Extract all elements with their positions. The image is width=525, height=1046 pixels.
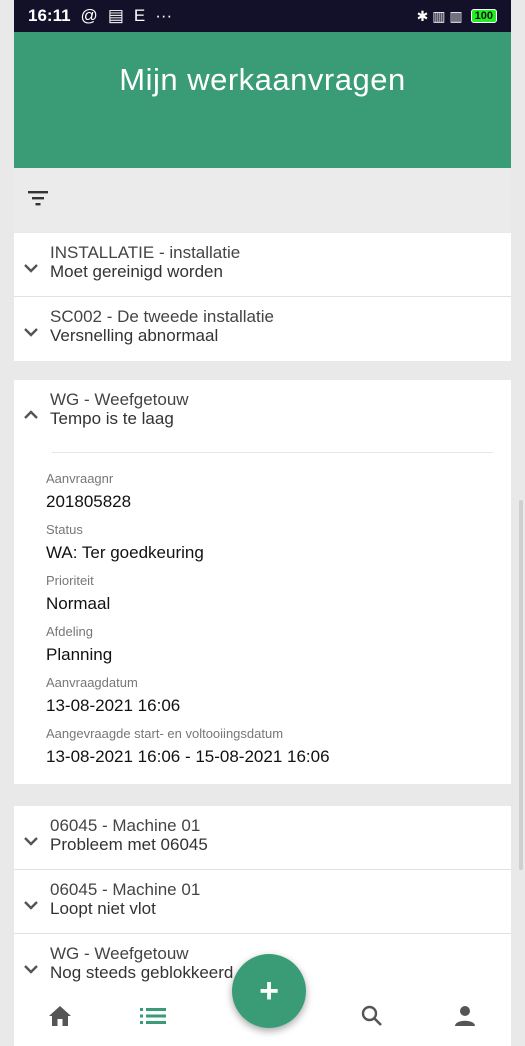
field-value: 13-08-2021 16:06 (46, 696, 181, 715)
list-item[interactable]: SC002 - De tweede installatie Versnellin… (14, 297, 511, 361)
status-icon-4: ··· (155, 6, 173, 25)
status-icon-2: ▤ (107, 6, 124, 25)
chevron-down-icon[interactable] (18, 255, 44, 281)
chevron-down-icon[interactable] (18, 319, 44, 345)
list-item-expanded[interactable]: WG - Weefgetouw Tempo is te laag (14, 380, 511, 444)
battery-icon: 100 (470, 9, 497, 23)
request-subtitle: Versnelling abnormaal (50, 326, 219, 345)
status-icon-3: E (133, 6, 146, 25)
field-label: Afdeling (46, 624, 93, 639)
request-details: Aanvraagnr 201805828 Status WA: Ter goed… (14, 453, 511, 791)
list-item[interactable]: 06045 - Machine 01 Loopt niet vlot (14, 870, 511, 934)
request-subtitle: Tempo is te laag (50, 409, 174, 428)
nav-list[interactable] (133, 996, 173, 1036)
filter-icon[interactable] (28, 189, 50, 212)
request-list-top: INSTALLATIE - installatie Moet gereinigd… (14, 233, 511, 361)
field-value: Normaal (46, 594, 111, 613)
chevron-up-icon[interactable] (18, 402, 44, 428)
expanded-request-card: WG - Weefgetouw Tempo is te laag Aanvraa… (14, 380, 511, 784)
request-subtitle: Probleem met 06045 (50, 835, 208, 854)
request-title: 06045 - Machine 01 (50, 816, 201, 835)
list-icon (139, 1007, 166, 1024)
chevron-down-icon[interactable] (18, 892, 44, 918)
field-label: Aangevraagde start- en voltooiingsdatum (46, 726, 284, 741)
field-label: Status (46, 522, 83, 537)
status-time: 16:11 (28, 6, 71, 25)
nav-profile[interactable] (445, 996, 485, 1036)
request-title: 06045 - Machine 01 (50, 880, 201, 899)
add-request-button[interactable]: + (232, 954, 306, 1028)
field-value: 13-08-2021 16:06 - 15-08-2021 16:06 (46, 747, 330, 766)
request-title: WG - Weefgetouw (50, 944, 189, 963)
signal-icons: ✱ ▥ ▥ (416, 7, 463, 24)
request-title: WG - Weefgetouw (50, 390, 189, 409)
list-item[interactable]: INSTALLATIE - installatie Moet gereinigd… (14, 233, 511, 297)
plus-icon: + (259, 972, 279, 1010)
home-icon (49, 1005, 72, 1026)
chevron-down-icon[interactable] (18, 828, 44, 854)
field-label: Aanvraagdatum (46, 675, 138, 690)
request-title: SC002 - De tweede installatie (50, 307, 274, 326)
scrollbar[interactable] (519, 500, 523, 870)
request-subtitle: Loopt niet vlot (50, 899, 156, 918)
status-icon-1: @ (80, 6, 98, 25)
field-label: Prioriteit (46, 573, 94, 588)
field-value: Planning (46, 645, 113, 664)
request-subtitle: Nog steeds geblokkeerd (50, 963, 234, 982)
person-icon (454, 1005, 475, 1026)
list-item[interactable]: 06045 - Machine 01 Probleem met 06045 (14, 806, 511, 870)
page-title: Mijn werkaanvragen (119, 62, 406, 97)
status-bar: 16:11 @ ▤ E ··· ✱ ▥ ▥ 100 (14, 0, 511, 32)
field-value: 201805828 (46, 492, 132, 511)
search-icon (361, 1005, 382, 1026)
nav-search[interactable] (352, 996, 392, 1036)
chevron-down-icon[interactable] (18, 956, 44, 982)
nav-home[interactable] (40, 996, 80, 1036)
field-label: Aanvraagnr (46, 471, 114, 486)
filter-bar (14, 168, 511, 232)
request-subtitle: Moet gereinigd worden (50, 262, 223, 281)
app-header: Mijn werkaanvragen (14, 32, 511, 168)
request-title: INSTALLATIE - installatie (50, 243, 241, 262)
field-value: WA: Ter goedkeuring (46, 543, 204, 562)
